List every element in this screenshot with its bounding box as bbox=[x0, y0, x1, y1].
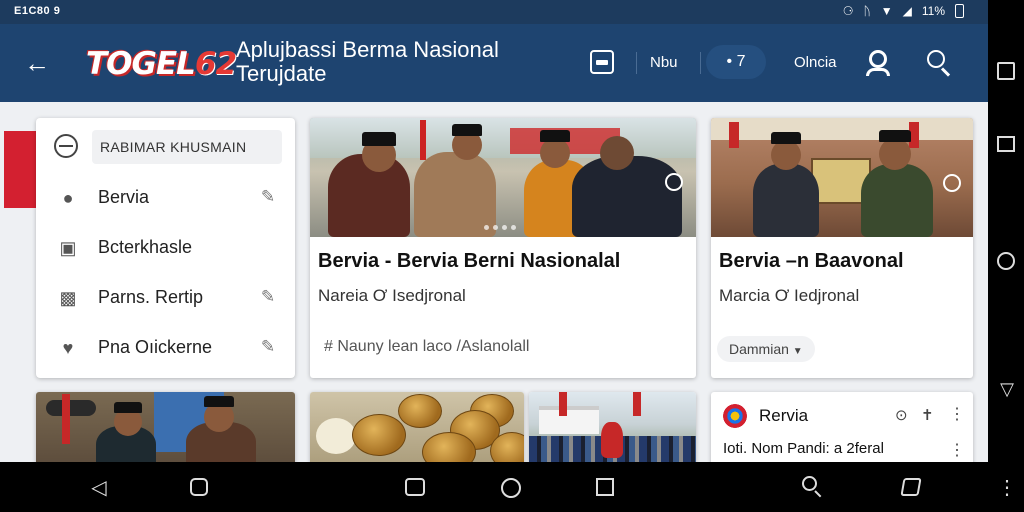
menu-item-label: Bcterkhasle bbox=[98, 237, 193, 257]
action-divider bbox=[636, 52, 637, 74]
app-bar: ← TOGEL62 Aplujbassi Berma Nasional Teru… bbox=[0, 24, 988, 102]
save-box-icon[interactable] bbox=[590, 50, 614, 74]
pencil-icon[interactable]: ✎ bbox=[257, 286, 279, 308]
share-icon[interactable]: ⊙ bbox=[895, 406, 908, 424]
small-news-subtitle: Ioti. Nom Pandi: a 2feral bbox=[723, 440, 884, 457]
bookmark-icon[interactable]: ✝ bbox=[921, 406, 934, 424]
small-news-title[interactable]: Rervia bbox=[759, 406, 808, 426]
action-divider bbox=[700, 52, 701, 74]
news-photo-side[interactable] bbox=[711, 118, 973, 237]
recents-nav-icon[interactable] bbox=[592, 476, 618, 500]
badge-logo-icon bbox=[723, 404, 747, 428]
search-nav-icon[interactable] bbox=[800, 476, 826, 500]
news-subtitle: Nareia Ơ Isedjronal bbox=[318, 286, 466, 305]
location-pin-icon: ● bbox=[62, 188, 74, 208]
screenshot-nav-icon[interactable] bbox=[898, 476, 924, 500]
heart-icon: ♥ bbox=[62, 338, 74, 358]
pencil-icon[interactable]: ✎ bbox=[257, 336, 279, 358]
system-nav-bar: ◁ ⋮ bbox=[0, 462, 1024, 512]
square-outline-icon[interactable] bbox=[997, 136, 1017, 156]
category-menu: RABIMAR KHUSMAIN ● Bervia ✎ ▣ Bcterkhasl… bbox=[36, 118, 295, 378]
battery-label: 11% bbox=[921, 4, 945, 18]
wifi-icon: ▼ bbox=[880, 4, 893, 18]
circle-nav-icon[interactable] bbox=[498, 476, 524, 500]
action-olncia[interactable]: Olncia bbox=[794, 46, 837, 80]
news-thumb-3[interactable] bbox=[529, 392, 696, 462]
menu-item-label: Parns. Rertip bbox=[98, 287, 204, 307]
home-circle-icon[interactable] bbox=[997, 252, 1017, 272]
menu-item-bcterkhasle[interactable]: ▣ Bcterkhasle bbox=[36, 226, 295, 270]
chat-nav-icon[interactable] bbox=[402, 476, 428, 500]
news-thumb-1[interactable] bbox=[36, 392, 295, 462]
more-vert-icon[interactable]: ⋮ bbox=[949, 440, 965, 460]
menu-header[interactable]: RABIMAR KHUSMAIN bbox=[92, 130, 282, 164]
square-icon[interactable] bbox=[997, 62, 1017, 82]
menu-item-bervia[interactable]: ● Bervia ✎ bbox=[36, 176, 295, 220]
menu-item-label: Pna Oıickerne bbox=[98, 337, 213, 357]
app-logo[interactable]: TOGEL62 bbox=[82, 44, 240, 84]
status-bar: E1C80 9 ⚆ ᚢ ▼ ◢ 11% bbox=[0, 0, 988, 24]
puzzle-icon: ▣ bbox=[59, 238, 77, 258]
back-triangle-icon[interactable]: ▽ bbox=[997, 380, 1017, 400]
play-circle-icon[interactable] bbox=[665, 173, 683, 191]
news-title[interactable]: Bervia - Bervia Berni Nasionalal bbox=[318, 250, 620, 273]
menu-item-pna-oickerne[interactable]: ♥ Pna Oıickerne ✎ bbox=[36, 326, 295, 370]
page-title: Aplujbassi Berma Nasional Terujdate bbox=[236, 37, 499, 86]
more-vert-nav-icon[interactable]: ⋮ bbox=[994, 476, 1020, 500]
play-circle-icon[interactable] bbox=[943, 174, 961, 192]
pencil-icon[interactable]: ✎ bbox=[257, 186, 279, 208]
news-card-side[interactable]: Bervia –n Baavonal Marcia Ơ Iedjronal Da… bbox=[711, 118, 973, 378]
more-vert-icon[interactable]: ⋮ bbox=[949, 404, 965, 424]
home-nav-icon[interactable] bbox=[186, 476, 212, 500]
bluetooth-icon: ᚢ bbox=[863, 4, 871, 18]
battery-icon bbox=[955, 4, 964, 18]
chevron-down-icon: ▼ bbox=[792, 346, 803, 357]
minus-circle-icon[interactable] bbox=[54, 134, 78, 158]
menu-item-parns-rertip[interactable]: ▩ Parns. Rertip ✎ bbox=[36, 276, 295, 320]
signal-icon: ◢ bbox=[902, 4, 912, 18]
news-photo-thumb-3[interactable] bbox=[529, 392, 696, 462]
red-side-tab[interactable] bbox=[4, 131, 36, 208]
back-arrow-icon[interactable]: ← bbox=[20, 46, 54, 80]
news-small-card[interactable]: Rervia ⊙ ✝ ⋮ Ioti. Nom Pandi: a 2feral ⋮ bbox=[711, 392, 973, 462]
vibrate-icon: ⚆ bbox=[842, 4, 854, 18]
menu-item-label: Bervia bbox=[98, 187, 150, 207]
search-icon[interactable] bbox=[927, 50, 953, 77]
content-area: RABIMAR KHUSMAIN ● Bervia ✎ ▣ Bcterkhasl… bbox=[0, 102, 988, 462]
right-system-bar: ▽ bbox=[988, 0, 1024, 462]
group-icon: ▩ bbox=[59, 288, 77, 308]
news-photo-thumb-2[interactable] bbox=[310, 392, 524, 462]
news-title[interactable]: Bervia –n Baavonal bbox=[719, 250, 904, 273]
chip-label: Dammian bbox=[729, 341, 789, 357]
logo-wordmark: TOGEL62 bbox=[86, 46, 237, 82]
category-chip[interactable]: Dammian ▼ bbox=[717, 336, 815, 362]
news-photo-main[interactable] bbox=[310, 118, 696, 237]
news-subtitle: Marcia Ơ Iedjronal bbox=[719, 286, 860, 305]
news-meta: # Nauny lean laco /Aslanolall bbox=[324, 338, 530, 355]
news-thumb-2[interactable] bbox=[310, 392, 524, 462]
status-time: E1C80 9 bbox=[14, 5, 61, 17]
status-icons: ⚆ ᚢ ▼ ◢ 11% bbox=[843, 4, 964, 18]
action-nbu[interactable]: Nbu bbox=[650, 46, 678, 80]
news-card-main[interactable]: Bervia - Bervia Berni Nasionalal Nareia … bbox=[310, 118, 696, 378]
carousel-dots bbox=[484, 225, 516, 230]
back-nav-icon[interactable]: ◁ bbox=[86, 476, 112, 500]
action-pill[interactable]: • 7 bbox=[706, 45, 766, 79]
app-screen: E1C80 9 ⚆ ᚢ ▼ ◢ 11% ← TOGEL62 Aplujbassi… bbox=[0, 0, 988, 462]
account-search-icon[interactable] bbox=[866, 50, 892, 78]
news-photo-thumb-1[interactable] bbox=[36, 392, 295, 462]
